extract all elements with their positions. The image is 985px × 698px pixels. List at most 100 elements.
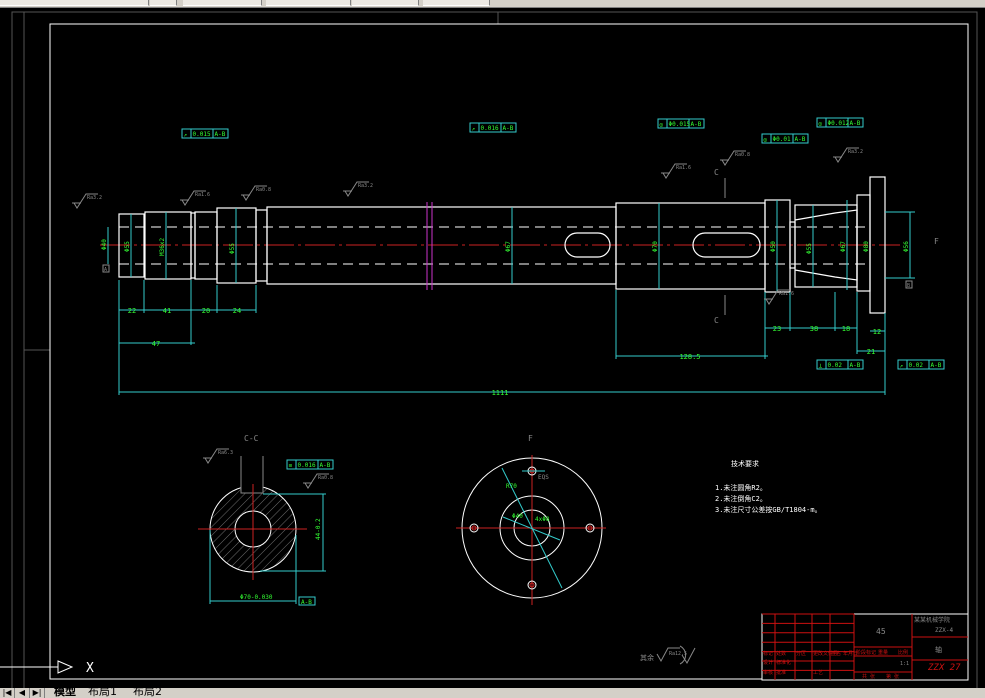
roughness-value: Ra0.8 <box>735 152 750 158</box>
other-roughness-label: 其余 <box>640 653 654 662</box>
tab-nav-first[interactable]: |◀ <box>0 688 15 698</box>
roughness-value: Ra0.8 <box>318 475 333 481</box>
dim-text: Φ55 <box>806 243 813 254</box>
title-block: 标记 处数 分区 更改文件号签名 年月日设计 标准化审核 工艺批准阶段标记 重量 比例共 张第 … <box>761 613 969 681</box>
tolerance-datum: A-B <box>691 121 702 128</box>
dim-text: 38 <box>810 325 818 333</box>
datum-a: A <box>104 267 107 273</box>
tolerance-datum: A-B <box>215 131 226 138</box>
dim-text: 18 <box>842 325 850 333</box>
roughness-value: Ra1.6 <box>195 192 210 198</box>
tech-req-title: 技术要求 <box>731 459 759 468</box>
dim-text: Φ80 <box>863 241 870 252</box>
layout-tabs: |◀ ◀ ▶| 模型 布局1 布局2 <box>0 688 985 698</box>
dim-text: 41 <box>163 307 171 315</box>
dim-text: 1111 <box>492 389 509 397</box>
dim-text: R70 <box>506 483 517 490</box>
tolerance-datum: A-B <box>931 362 942 369</box>
dim-text: 128.5 <box>679 353 700 361</box>
title-block-label: 标记 <box>763 650 773 657</box>
tab-model[interactable]: 模型 <box>54 688 76 697</box>
tab-nav-prev[interactable]: ◀ <box>15 688 30 698</box>
dim-text: M36x2 <box>159 238 166 256</box>
tolerance-frame: ⊥ 0.02 A-B <box>816 359 864 370</box>
tolerance-datum: A-B <box>320 462 331 469</box>
dim-text: Φ40 <box>512 513 523 520</box>
roughness-value: Ra3.2 <box>87 195 102 201</box>
tolerance-frame: ≡ 0.016 A-B <box>286 459 334 470</box>
title-block-label: 工艺 <box>813 670 823 676</box>
view-marker-f: F <box>934 237 939 246</box>
f-view-label: F <box>528 434 533 443</box>
roughness-value: Ra1.6 <box>676 165 691 171</box>
material: 45 <box>876 627 886 636</box>
tolerance-frame: ◎ Φ0.015 A-B <box>657 118 705 129</box>
tolerance-value: 0.016 <box>481 125 499 132</box>
dim-text: 44-0.2 <box>315 518 322 540</box>
toolbar-field[interactable] <box>266 0 351 6</box>
technical-requirements: 技术要求 1.未注圆角R2。 2.未注倒角C2。 3.未注尺寸公差按GB/T18… <box>715 459 822 514</box>
roughness-value: Ra1.6 <box>779 291 794 297</box>
tolerance-value: 0.015 <box>193 131 211 138</box>
tab-nav-last[interactable]: ▶| <box>30 688 45 698</box>
tolerance-value: Φ0.01 <box>773 136 791 143</box>
title-block-label: 批准 <box>776 669 786 676</box>
dim-text: EQS <box>538 474 549 481</box>
title-block-label: 签名 <box>831 650 841 657</box>
drawing-code: ZZX 27 <box>927 663 961 673</box>
title-block-label: 阶段标记 <box>856 649 876 656</box>
title-block-label: 比例 <box>898 649 908 656</box>
section-marker-c-top: C <box>714 168 719 177</box>
company: 某某机械学院 <box>914 616 950 624</box>
drawing-number: ZZX-4 <box>935 627 953 634</box>
datum-label: A-B <box>301 599 312 606</box>
dim-text: 24 <box>233 307 241 315</box>
tolerance-datum: A-B <box>850 362 861 369</box>
title-block-label: 设计 <box>763 659 773 666</box>
tech-req-item: 2.未注倒角C2。 <box>715 494 767 503</box>
ucs-x-label: X <box>86 661 94 676</box>
tolerance-value: 0.02 <box>909 362 924 369</box>
tolerance-frame: ◎ Φ0.012 A-B <box>816 117 864 128</box>
dim-text: Φ70 <box>652 241 659 252</box>
title-block-label: 第 张 <box>886 673 899 680</box>
ucs-icon: X <box>0 660 94 676</box>
tolerance-symbol: ◎ <box>819 121 823 128</box>
section-marker-c-bottom: C <box>714 316 719 325</box>
tab-layout2[interactable]: 布局2 <box>133 688 162 697</box>
dim-text: Φ56 <box>903 241 910 252</box>
toolbar-field[interactable] <box>423 0 490 6</box>
other-roughness: 其余 Ra12.5 <box>640 645 696 665</box>
roughness-value: Ra6.3 <box>218 450 233 456</box>
toolbar-field[interactable] <box>0 0 149 6</box>
toolbar-field[interactable] <box>183 0 262 6</box>
toolbar-field[interactable] <box>352 0 419 6</box>
dim-text: 21 <box>867 348 875 356</box>
title-block-label: 共 张 <box>862 673 875 680</box>
tolerance-frame: ↗ 0.016 A-B <box>469 122 517 133</box>
toolbar-field[interactable] <box>150 0 177 6</box>
dim-text: Φ40 <box>101 239 108 250</box>
scale: 1:1 <box>900 661 909 667</box>
tolerance-symbol: ↗ <box>900 363 904 370</box>
drawing-canvas[interactable]: 22 41 20 24 47 1111 128.5 23 38 18 12 21… <box>0 8 985 698</box>
tech-req-item: 1.未注圆角R2。 <box>715 483 767 492</box>
dim-text: 4xΦ8 <box>535 516 550 523</box>
tolerance-datum: A-B <box>795 136 806 143</box>
break-lines <box>426 202 433 290</box>
title-block-label: 审核 <box>763 669 773 676</box>
title-block-label: 标准化 <box>776 659 791 666</box>
roughness-value: Ra3.2 <box>848 149 863 155</box>
view-f: R70 Φ40 4xΦ8 EQS <box>456 455 606 605</box>
dim-text: Φ67 <box>840 241 847 252</box>
tolerance-value: 0.016 <box>298 462 316 469</box>
tolerance-symbol: ≡ <box>289 463 293 470</box>
part-name: 轴 <box>935 645 942 654</box>
tolerance-datum: A-B <box>850 120 861 127</box>
dim-text: 47 <box>152 340 160 348</box>
tolerance-symbol: ⊥ <box>819 363 823 370</box>
tab-layout1[interactable]: 布局1 <box>88 688 117 697</box>
tolerance-symbol: ↗ <box>472 126 476 133</box>
dimension-lines <box>107 200 915 395</box>
toolbar-strip <box>0 0 985 8</box>
